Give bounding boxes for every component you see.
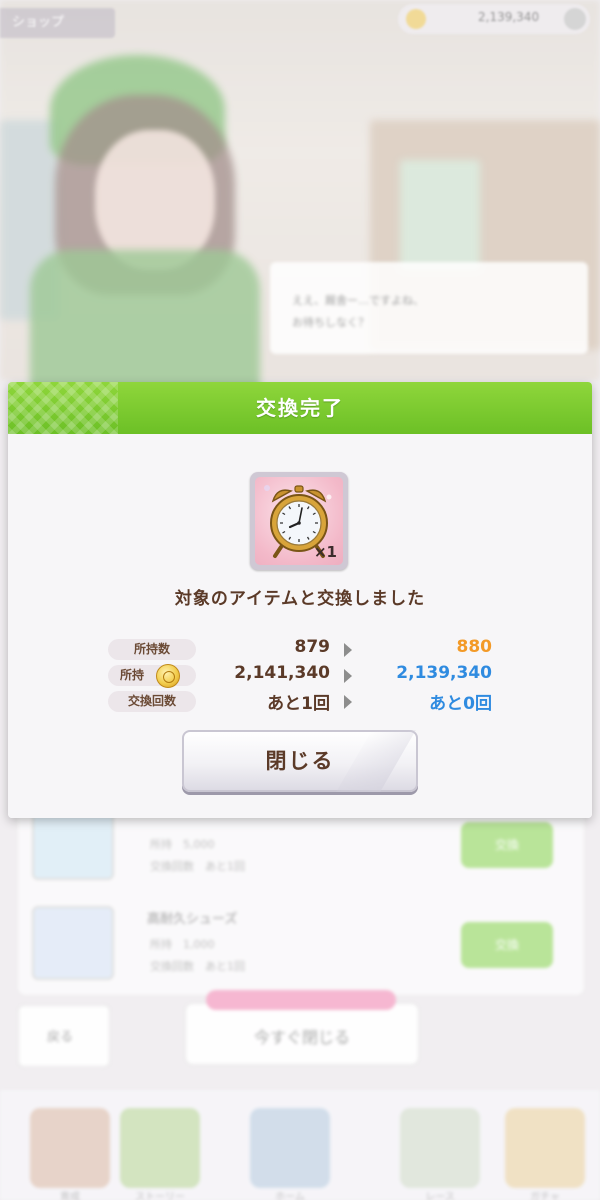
- arrow-right-icon: [344, 669, 352, 683]
- exchange-complete-dialog: 交換完了 ×1 対象のアイテムと交換しました 所持数 879 880 所持 2,…: [8, 382, 592, 818]
- dialog-body: ×1 対象のアイテムと交換しました 所持数 879 880 所持 2,141,3…: [8, 434, 592, 818]
- close-button-label: 閉じる: [265, 749, 335, 773]
- stat-label: 所持数: [108, 639, 196, 660]
- stat-row-owned: 所持数 879 880: [8, 637, 592, 663]
- item-quantity: ×1: [313, 543, 337, 561]
- stat-to-value: あと0回: [429, 694, 492, 714]
- arrow-right-icon: [344, 643, 352, 657]
- stat-label: 交換回数: [108, 691, 196, 712]
- arrow-right-icon: [344, 695, 352, 709]
- stat-to-value: 880: [456, 637, 493, 657]
- stat-label: 所持: [108, 665, 196, 686]
- exchange-message: 対象のアイテムと交換しました: [174, 589, 426, 609]
- item-image: ×1: [255, 477, 343, 565]
- stat-to-value: 2,139,340: [396, 663, 492, 683]
- stat-from-value: 879: [294, 637, 331, 657]
- stat-from-value: あと1回: [267, 694, 330, 714]
- coin-icon: [156, 664, 180, 688]
- close-button[interactable]: 閉じる: [182, 730, 418, 792]
- item-frame: ×1: [250, 472, 348, 570]
- dialog-title: 交換完了: [256, 396, 344, 420]
- dialog-header: 交換完了: [8, 382, 592, 434]
- stat-row-exchange-count: 交換回数 あと1回 あと0回: [8, 689, 592, 715]
- stat-row-coins: 所持 2,141,340 2,139,340: [8, 663, 592, 689]
- stat-from-value: 2,141,340: [234, 663, 330, 683]
